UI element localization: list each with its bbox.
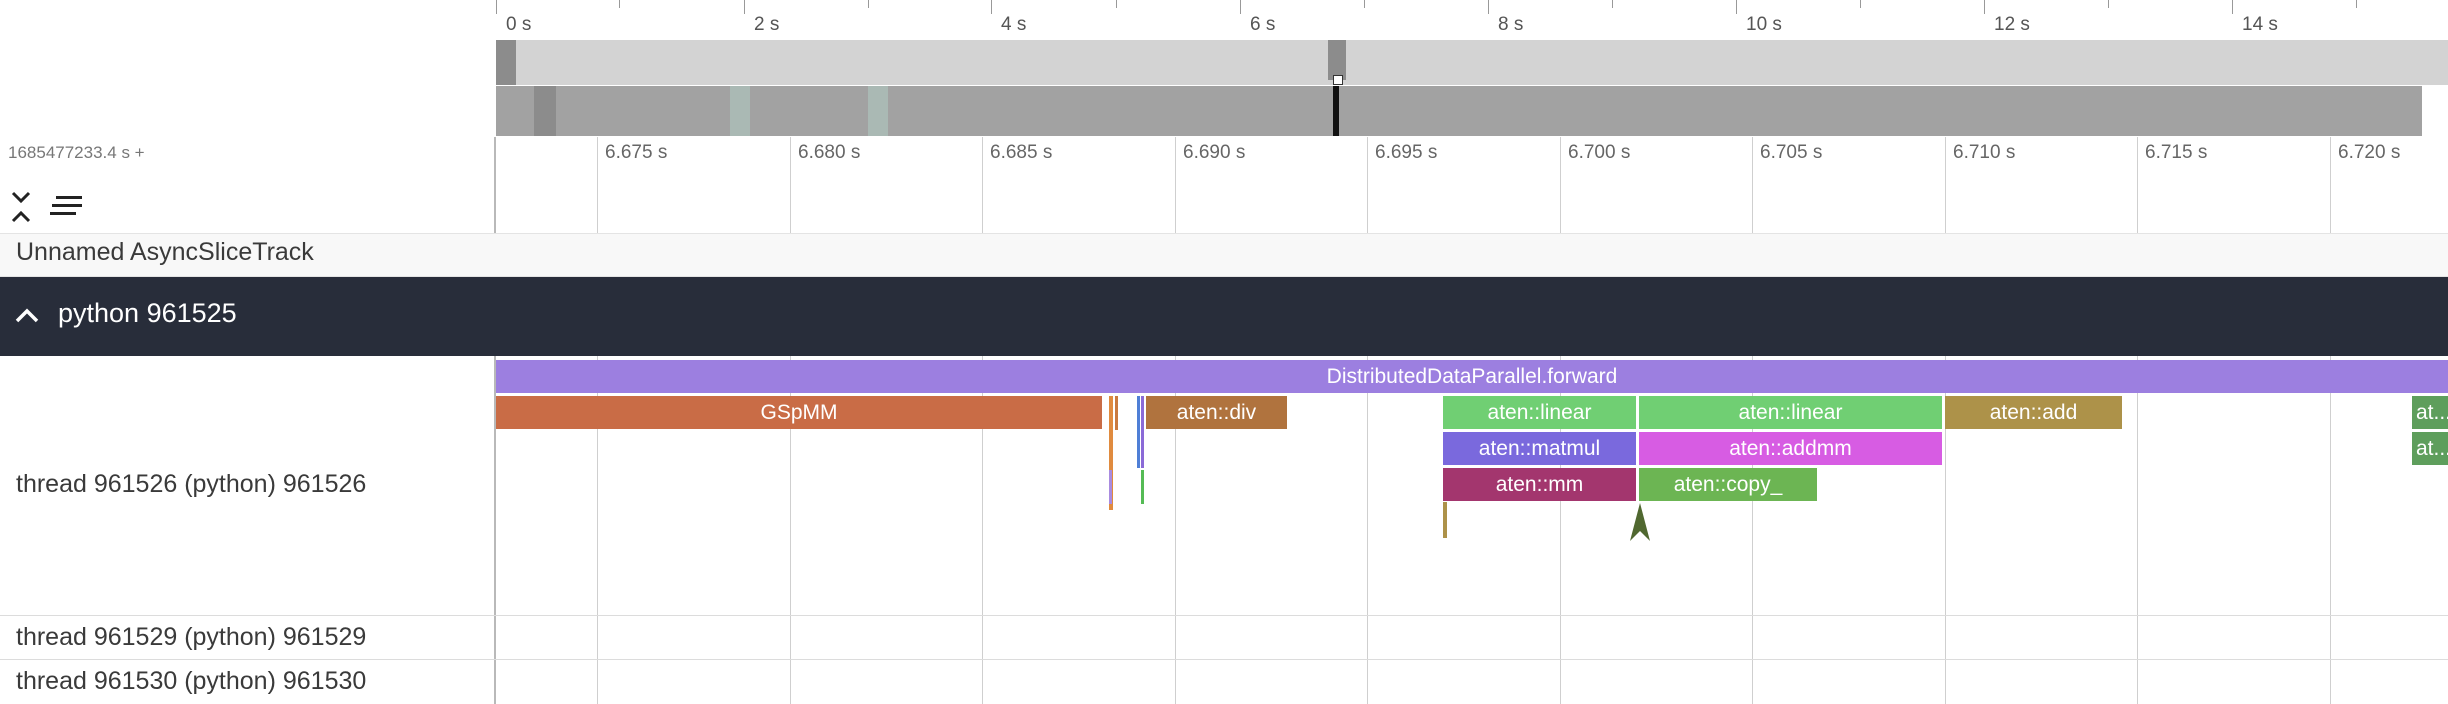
overview-tick-label: 0 s	[506, 14, 532, 35]
lines-icon[interactable]	[50, 194, 84, 218]
overview-tick	[2232, 0, 2233, 14]
overview-tick	[744, 0, 745, 14]
track-separator	[0, 615, 2448, 616]
overview-tick	[2356, 0, 2357, 8]
slice-aten-copy[interactable]: aten::copy_	[1639, 468, 1817, 501]
slice-truncated[interactable]: at...	[2412, 396, 2448, 429]
overview-tick-label: 2 s	[754, 14, 780, 35]
overview-activity-block	[496, 40, 516, 85]
overview-tick-label: 12 s	[1994, 14, 2030, 35]
overview-tick	[1860, 0, 1861, 8]
overview-window-handle[interactable]	[1333, 75, 1343, 85]
overview-timeline[interactable]: 0 s 2 s 4 s 6 s 8 s 10 s 12 s 14 s	[0, 0, 2448, 138]
time-tick-label: 6.705 s	[1760, 142, 1823, 163]
time-tick-label: 6.700 s	[1568, 142, 1631, 163]
overview-tick	[1488, 0, 1489, 14]
overview-tick	[1984, 0, 1985, 14]
overview-activity-block	[730, 86, 750, 136]
overview-tick	[991, 0, 992, 14]
time-tick-label: 6.675 s	[605, 142, 668, 163]
overview-thread-band	[496, 86, 2422, 136]
overview-tick	[2108, 0, 2109, 8]
process-group-summary	[496, 277, 2448, 356]
time-tick-label: 6.680 s	[798, 142, 861, 163]
overview-activity-block	[1328, 40, 1346, 80]
slice-aten-mm[interactable]: aten::mm	[1443, 468, 1636, 501]
slice-thin[interactable]	[1141, 396, 1144, 468]
time-tick-label: 6.690 s	[1183, 142, 1246, 163]
slice-ddp-forward[interactable]: DistributedDataParallel.forward	[496, 360, 2448, 393]
slice-aten-addmm[interactable]: aten::addmm	[1639, 432, 1942, 465]
time-tick-label: 6.720 s	[2338, 142, 2401, 163]
slice-aten-matmul[interactable]: aten::matmul	[1443, 432, 1636, 465]
slice-aten-linear[interactable]: aten::linear	[1639, 396, 1942, 429]
thread-track-title: thread 961530 (python) 961530	[16, 667, 367, 695]
time-tick-label: 6.695 s	[1375, 142, 1438, 163]
slice-aten-div[interactable]: aten::div	[1146, 396, 1287, 429]
slice-aten-add[interactable]: aten::add	[1945, 396, 2122, 429]
overview-tick	[1612, 0, 1613, 8]
track-separator	[0, 659, 2448, 660]
collapse-all-icon[interactable]	[10, 190, 32, 224]
overview-tick-label: 14 s	[2242, 14, 2278, 35]
thread-track-title: thread 961526 (python) 961526	[16, 470, 367, 498]
slice-gspmm[interactable]: GSpMM	[496, 396, 1102, 429]
chevron-up-icon[interactable]	[14, 303, 40, 329]
overview-tick-label: 6 s	[1250, 14, 1276, 35]
time-tick-label: 6.715 s	[2145, 142, 2208, 163]
slice-thin[interactable]	[1137, 396, 1140, 468]
slice-aten-linear[interactable]: aten::linear	[1443, 396, 1636, 429]
overview-cpu-band	[496, 40, 2448, 85]
overview-tick	[1116, 0, 1117, 8]
thread-track-title: thread 961529 (python) 961529	[16, 623, 367, 651]
slice-thin[interactable]	[1141, 470, 1144, 504]
overview-visible-window[interactable]	[1333, 86, 1339, 136]
overview-tick	[1240, 0, 1241, 14]
overview-tick-label: 4 s	[1001, 14, 1027, 35]
time-offset-label: 1685477233.4 s +	[8, 143, 145, 162]
overview-tick	[496, 0, 497, 14]
time-tick-label: 6.685 s	[990, 142, 1053, 163]
async-slice-track[interactable]	[0, 233, 2448, 277]
grid-line	[2330, 137, 2331, 704]
slice-thin[interactable]	[1115, 396, 1118, 430]
overview-tick	[1736, 0, 1737, 14]
overview-activity-block	[868, 86, 888, 136]
time-tick-label: 6.710 s	[1953, 142, 2016, 163]
process-group-title: python 961525	[58, 298, 237, 328]
slice-thin[interactable]	[1109, 470, 1112, 504]
slice-truncated[interactable]: at...	[2412, 432, 2448, 465]
overview-activity-block	[534, 86, 556, 136]
flow-arrow-icon[interactable]	[1630, 503, 1650, 541]
overview-tick-label: 10 s	[1746, 14, 1782, 35]
grid-line	[1367, 137, 1368, 704]
overview-tick-label: 8 s	[1498, 14, 1524, 35]
grid-line	[2137, 137, 2138, 704]
overview-tick	[1364, 0, 1365, 8]
track-title: Unnamed AsyncSliceTrack	[16, 238, 314, 266]
overview-tick	[619, 0, 620, 8]
overview-tick	[868, 0, 869, 8]
slice-thin[interactable]	[1443, 502, 1447, 538]
